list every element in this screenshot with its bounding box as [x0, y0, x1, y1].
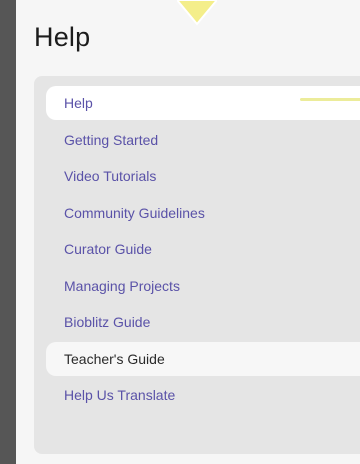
menu-item-label: Getting Started	[64, 131, 159, 148]
menu-item-help-us-translate[interactable]: Help Us Translate	[34, 378, 360, 412]
menu-item-label: Bioblitz Guide	[64, 314, 151, 331]
highlight-bar	[300, 98, 360, 101]
help-menu: Help Getting Started Video Tutorials Com…	[34, 76, 360, 454]
menu-item-label: Video Tutorials	[64, 168, 157, 185]
menu-item-teachers-guide[interactable]: Teacher's Guide	[46, 341, 360, 376]
page-title: Help	[34, 22, 91, 52]
menu-item-managing-projects[interactable]: Managing Projects	[34, 269, 360, 303]
menu-item-label: Help Us Translate	[64, 387, 176, 404]
menu-item-curator-guide[interactable]: Curator Guide	[34, 232, 360, 266]
menu-item-label: Community Guidelines	[64, 204, 205, 221]
menu-item-getting-started[interactable]: Getting Started	[34, 123, 360, 157]
menu-item-video-tutorials[interactable]: Video Tutorials	[34, 159, 360, 193]
menu-item-community-guidelines[interactable]: Community Guidelines	[34, 196, 360, 230]
down-arrow-icon	[177, 0, 217, 26]
menu-item-label: Managing Projects	[64, 277, 180, 294]
menu-item-bioblitz-guide[interactable]: Bioblitz Guide	[34, 305, 360, 339]
help-page: Help Help Getting Started Video Tutorial…	[0, 0, 360, 464]
menu-item-label: Teacher's Guide	[64, 350, 165, 367]
menu-item-label: Help	[64, 95, 93, 111]
menu-item-help[interactable]: Help	[46, 86, 360, 120]
menu-item-label: Curator Guide	[64, 241, 152, 258]
